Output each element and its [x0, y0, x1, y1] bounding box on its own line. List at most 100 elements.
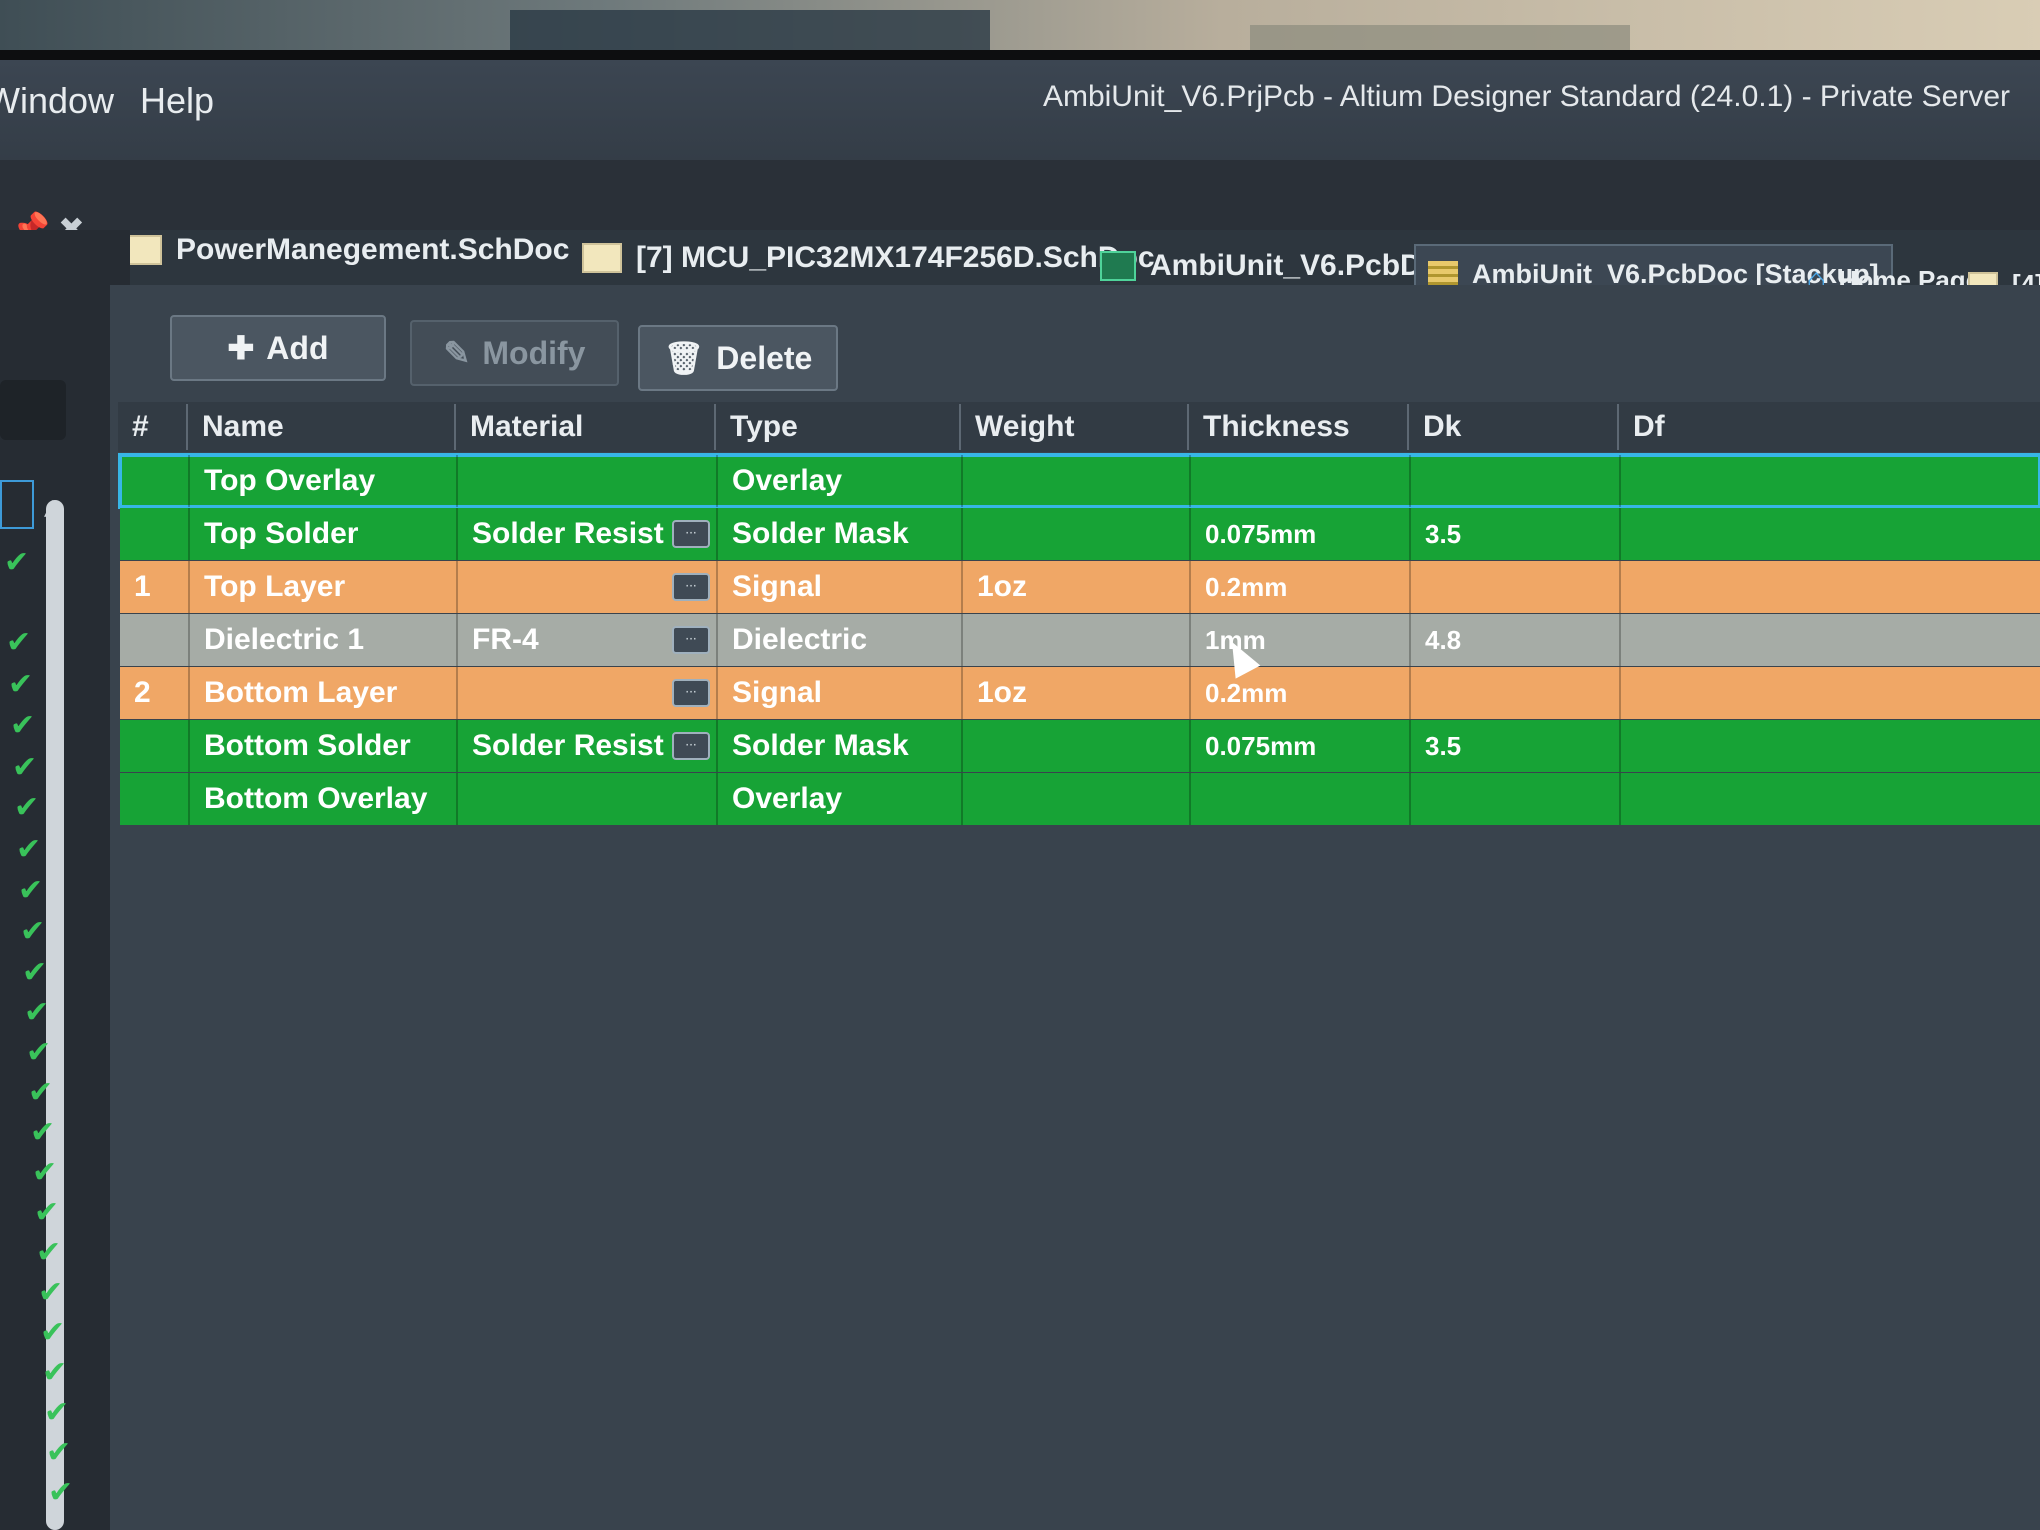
- check-icon: ✔: [14, 790, 40, 825]
- trash-icon: 🗑: [663, 340, 705, 376]
- material-library-icon[interactable]: ···: [672, 732, 710, 760]
- column-header-weight[interactable]: Weight: [959, 404, 1187, 450]
- cell-thickness[interactable]: 0.2mm: [1189, 667, 1409, 719]
- cell-df[interactable]: [1619, 455, 2040, 507]
- cell-dk[interactable]: [1409, 561, 1619, 613]
- cell-name[interactable]: Bottom Overlay: [188, 773, 456, 825]
- cell-material[interactable]: [456, 455, 716, 507]
- cell-dk[interactable]: [1409, 455, 1619, 507]
- cell-df[interactable]: [1619, 720, 2040, 772]
- cell-thickness[interactable]: 0.075mm: [1189, 508, 1409, 560]
- cell-number: [120, 508, 188, 560]
- column-header-thickness[interactable]: Thickness: [1187, 404, 1407, 450]
- column-header-name[interactable]: Name: [186, 404, 454, 450]
- cell-dk[interactable]: 3.5: [1409, 720, 1619, 772]
- cell-name[interactable]: Top Overlay: [188, 455, 456, 507]
- check-icon: ✔: [22, 955, 48, 990]
- column-header-df[interactable]: Df: [1617, 404, 1817, 450]
- document-tab-bar: [0, 160, 2040, 230]
- cell-weight[interactable]: [961, 455, 1189, 507]
- column-header-type[interactable]: Type: [714, 404, 959, 450]
- plus-icon: ✚: [227, 330, 255, 366]
- check-icon: ✔: [38, 1275, 64, 1310]
- cell-number: [120, 614, 188, 666]
- table-row[interactable]: Top Overlay Overlay: [118, 453, 2040, 509]
- cell-weight[interactable]: [961, 508, 1189, 560]
- cell-type[interactable]: Solder Mask: [716, 508, 961, 560]
- column-header-dk[interactable]: Dk: [1407, 404, 1617, 450]
- cell-thickness[interactable]: [1189, 455, 1409, 507]
- cell-type[interactable]: Overlay: [716, 455, 961, 507]
- cell-dk[interactable]: 4.8: [1409, 614, 1619, 666]
- cell-df[interactable]: [1619, 614, 2040, 666]
- check-icon: ✔: [28, 1075, 54, 1110]
- check-icon: ✔: [42, 1355, 68, 1390]
- table-row[interactable]: 2 Bottom Layer ··· Signal 1oz 0.2mm: [120, 667, 2040, 719]
- check-icon: ✔: [30, 1115, 56, 1150]
- cell-material[interactable]: [456, 773, 716, 825]
- material-library-icon[interactable]: ···: [672, 679, 710, 707]
- check-icon: ✔: [8, 667, 34, 702]
- cell-thickness[interactable]: [1189, 773, 1409, 825]
- material-library-icon[interactable]: ···: [672, 520, 710, 548]
- modify-button[interactable]: ✎ Modify: [410, 320, 619, 386]
- table-row[interactable]: Bottom Solder Solder Resist ··· Solder M…: [120, 720, 2040, 772]
- table-row[interactable]: Top Solder Solder Resist ··· Solder Mask…: [120, 508, 2040, 560]
- check-icon: ✔: [18, 873, 44, 908]
- column-header-material[interactable]: Material: [454, 404, 714, 450]
- table-row[interactable]: 1 Top Layer ··· Signal 1oz 0.2mm: [120, 561, 2040, 613]
- check-icon: ✔: [24, 995, 50, 1030]
- cell-number: 2: [134, 676, 151, 709]
- cell-name[interactable]: Bottom Solder: [188, 720, 456, 772]
- schematic-doc-icon: [582, 243, 622, 273]
- cell-name[interactable]: Bottom Layer: [188, 667, 456, 719]
- check-icon: ✔: [44, 1395, 70, 1430]
- cell-weight[interactable]: 1oz: [961, 667, 1189, 719]
- cell-weight[interactable]: 1oz: [961, 561, 1189, 613]
- check-icon: ✔: [40, 1315, 66, 1350]
- tab-label: PowerManegement.SchDoc: [176, 233, 570, 266]
- menu-window[interactable]: Window: [0, 80, 114, 122]
- table-row[interactable]: Bottom Overlay Overlay: [120, 773, 2040, 825]
- cell-weight[interactable]: [961, 720, 1189, 772]
- cell-dk[interactable]: [1409, 773, 1619, 825]
- cell-df[interactable]: [1619, 773, 2040, 825]
- cell-dk[interactable]: [1409, 667, 1619, 719]
- check-icon: ✔: [12, 750, 38, 785]
- cell-df[interactable]: [1619, 561, 2040, 613]
- cell-type[interactable]: Signal: [716, 561, 961, 613]
- cell-number: [120, 720, 188, 772]
- cell-df[interactable]: [1619, 667, 2040, 719]
- stackup-icon: [1428, 261, 1458, 287]
- cell-thickness[interactable]: 0.075mm: [1189, 720, 1409, 772]
- cell-type[interactable]: Overlay: [716, 773, 961, 825]
- cell-weight[interactable]: [961, 614, 1189, 666]
- cell-weight[interactable]: [961, 773, 1189, 825]
- window-title: AmbiUnit_V6.PrjPcb - Altium Designer Sta…: [1042, 80, 2010, 113]
- cell-thickness[interactable]: 1mm: [1189, 614, 1409, 666]
- cell-thickness[interactable]: 0.2mm: [1189, 561, 1409, 613]
- pcb-doc-icon: [1100, 251, 1136, 281]
- panel-slot: [0, 380, 66, 440]
- pencil-icon: ✎: [443, 335, 471, 371]
- cell-type[interactable]: Solder Mask: [716, 720, 961, 772]
- material-library-icon[interactable]: ···: [672, 626, 710, 654]
- column-header-number[interactable]: #: [118, 404, 188, 450]
- table-row[interactable]: Dielectric 1 FR-4 ··· Dielectric 1mm 4.8: [120, 614, 2040, 666]
- cell-name[interactable]: Top Layer: [188, 561, 456, 613]
- add-button[interactable]: ✚ Add: [170, 315, 386, 381]
- delete-label: Delete: [716, 339, 813, 376]
- tab-label: [7] MCU_PIC32MX174F256D.SchDoc: [636, 241, 1155, 274]
- cell-df[interactable]: [1619, 508, 2040, 560]
- cell-type[interactable]: Dielectric: [716, 614, 961, 666]
- tab-powermanagement[interactable]: PowerManegement.SchDoc: [122, 222, 569, 278]
- title-menu-bar: [0, 60, 2040, 170]
- cell-type[interactable]: Signal: [716, 667, 961, 719]
- tab-mcu-schdoc[interactable]: [7] MCU_PIC32MX174F256D.SchDoc: [582, 230, 1155, 286]
- cell-dk[interactable]: 3.5: [1409, 508, 1619, 560]
- material-library-icon[interactable]: ···: [672, 573, 710, 601]
- cell-name[interactable]: Top Solder: [188, 508, 456, 560]
- cell-name[interactable]: Dielectric 1: [188, 614, 456, 666]
- menu-help[interactable]: Help: [140, 80, 214, 122]
- delete-button[interactable]: 🗑 Delete: [638, 325, 838, 391]
